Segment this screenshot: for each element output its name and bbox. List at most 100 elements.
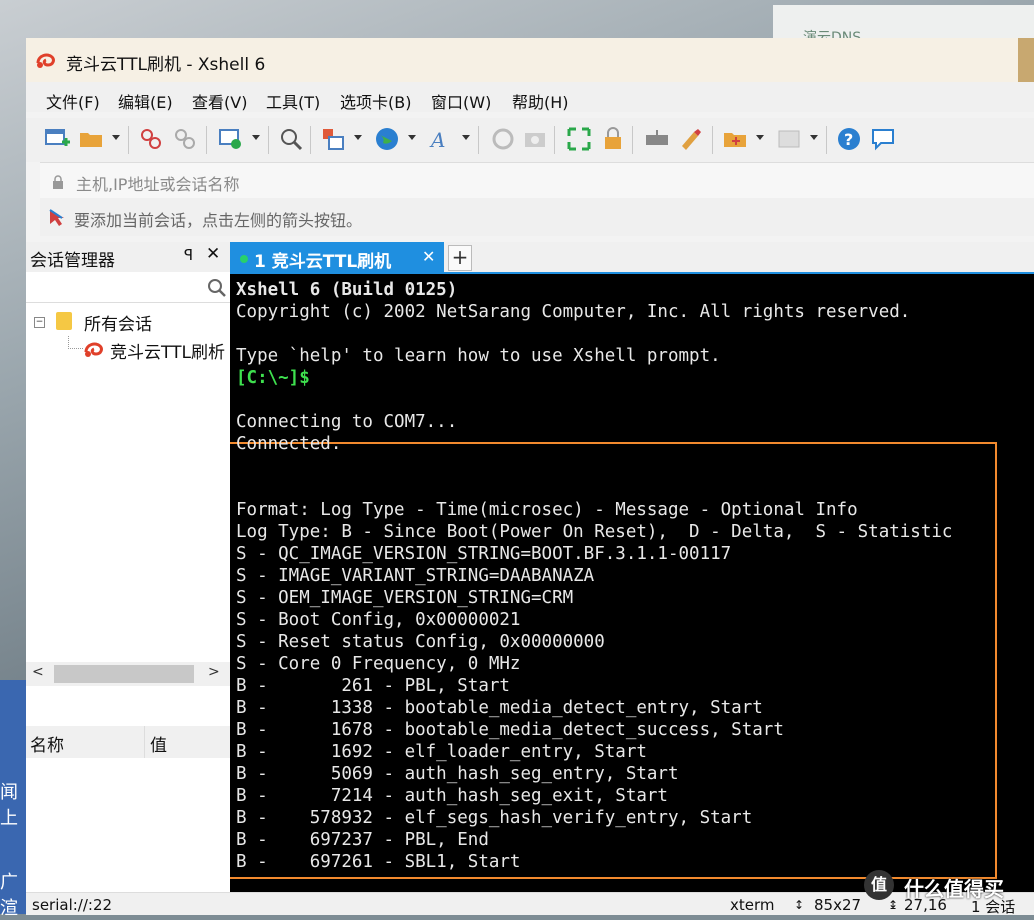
help-icon[interactable]: ? bbox=[836, 126, 862, 152]
menu-tools[interactable]: 工具(T) bbox=[266, 89, 320, 113]
status-size: 85x27 bbox=[814, 896, 862, 914]
hint-text: 要添加当前会话，点击左侧的箭头按钮。 bbox=[74, 211, 363, 230]
scroll-right-icon[interactable]: > bbox=[208, 664, 220, 680]
tab-close-icon[interactable]: ✕ bbox=[422, 247, 435, 266]
background-text-1: 闻上 bbox=[0, 782, 18, 829]
toolbar-separator bbox=[206, 126, 207, 154]
menu-bar: 文件(F) 编辑(E) 查看(V) 工具(T) 选项卡(B) 窗口(W) 帮助(… bbox=[26, 82, 1034, 112]
font-dropdown-icon[interactable] bbox=[462, 135, 470, 140]
globe-icon[interactable] bbox=[374, 126, 400, 152]
globe-dropdown-icon[interactable] bbox=[408, 135, 416, 140]
menu-window[interactable]: 窗口(W) bbox=[431, 89, 491, 113]
font-icon[interactable]: A bbox=[428, 126, 454, 152]
terminal-line: Log Type: B - Since Boot(Power On Reset)… bbox=[236, 522, 953, 542]
horizontal-scrollbar[interactable]: < > bbox=[26, 662, 230, 686]
terminal-line: S - Reset status Config, 0x00000000 bbox=[236, 632, 605, 652]
disconnect-icon[interactable] bbox=[172, 126, 198, 152]
tab-bar: 1 竞斗云TTL刷机 ✕ + bbox=[230, 242, 1034, 274]
tile-icon[interactable] bbox=[776, 126, 802, 152]
lock-icon[interactable] bbox=[600, 126, 626, 152]
toolbar-separator bbox=[478, 126, 479, 154]
collapse-icon[interactable]: − bbox=[34, 317, 45, 328]
toolbar: A ? bbox=[26, 118, 1034, 162]
tile-dropdown-icon[interactable] bbox=[810, 135, 818, 140]
fullscreen-icon[interactable] bbox=[566, 126, 592, 152]
layout-dropdown-icon[interactable] bbox=[354, 135, 362, 140]
background-app-strip: 闻上 广渲 bbox=[0, 680, 26, 919]
keyboard-icon[interactable] bbox=[644, 126, 670, 152]
status-term-type: xterm bbox=[730, 896, 775, 914]
terminal-line: S - Core 0 Frequency, 0 MHz bbox=[236, 654, 521, 674]
open-folder-icon[interactable] bbox=[78, 126, 104, 152]
open-dropdown-icon[interactable] bbox=[112, 135, 120, 140]
session-manager-title: 会话管理器 bbox=[30, 251, 115, 271]
add-session-arrow-icon[interactable] bbox=[48, 208, 66, 226]
menu-edit[interactable]: 编辑(E) bbox=[118, 89, 173, 113]
panel-spacer bbox=[26, 686, 230, 726]
tree-connector bbox=[68, 336, 83, 349]
terminal-line: S - QC_IMAGE_VERSION_STRING=BOOT.BF.3.1.… bbox=[236, 544, 732, 564]
xshell-logo-icon bbox=[36, 53, 55, 68]
menu-tab[interactable]: 选项卡(B) bbox=[340, 89, 411, 113]
terminal-line: S - IMAGE_VARIANT_STRING=DAABANAZA bbox=[236, 566, 595, 586]
folder-icon bbox=[56, 312, 72, 330]
column-divider[interactable] bbox=[144, 726, 145, 758]
column-value[interactable]: 值 bbox=[150, 731, 167, 756]
add-folder-dropdown-icon[interactable] bbox=[756, 135, 764, 140]
session-search-input[interactable] bbox=[26, 274, 230, 303]
tab-session[interactable]: 1 竞斗云TTL刷机 ✕ bbox=[230, 242, 444, 274]
background-text-2: 广渲 bbox=[0, 872, 18, 919]
new-tab-button[interactable]: + bbox=[448, 245, 472, 271]
session-manager-panel: 会话管理器 ꟼ ✕ − 所有会话 竞斗云TTL刷析 < > 名称 值 bbox=[26, 242, 230, 892]
terminal-line: B - 1338 - bootable_media_detect_entry, … bbox=[236, 698, 763, 718]
session-icon bbox=[84, 342, 103, 357]
session-manager-header: 会话管理器 ꟼ ✕ bbox=[26, 242, 230, 272]
terminal-line: Copyright (c) 2002 NetSarang Computer, I… bbox=[236, 302, 911, 322]
window-title: 竞斗云TTL刷机 - Xshell 6 bbox=[66, 55, 266, 75]
properties-list bbox=[26, 758, 230, 892]
watermark: 值 什么值得买 bbox=[864, 870, 1034, 910]
watermark-text: 什么值得买 bbox=[904, 877, 1004, 901]
terminal-line: [C:\~]$ bbox=[236, 368, 310, 388]
xshell-window: 竞斗云TTL刷机 - Xshell 6 文件(F) 编辑(E) 查看(V) 工具… bbox=[26, 38, 1034, 916]
properties-dropdown-icon[interactable] bbox=[252, 135, 260, 140]
toolbar-separator bbox=[712, 126, 713, 154]
scrollbar-thumb[interactable] bbox=[54, 665, 194, 683]
menu-help[interactable]: 帮助(H) bbox=[512, 89, 569, 113]
terminal[interactable]: Xshell 6 (Build 0125) Copyright (c) 2002 … bbox=[230, 274, 1034, 892]
terminal-line: Connected. bbox=[236, 434, 342, 454]
close-panel-icon[interactable]: ✕ bbox=[206, 244, 220, 264]
terminal-line: Xshell 6 (Build 0125) bbox=[236, 280, 458, 300]
screenshot-icon[interactable] bbox=[522, 126, 548, 152]
xftp-icon[interactable] bbox=[490, 126, 516, 152]
new-session-icon[interactable] bbox=[44, 126, 70, 152]
column-name[interactable]: 名称 bbox=[30, 731, 64, 756]
address-bar[interactable]: 主机,IP地址或会话名称 bbox=[40, 162, 1034, 200]
tree-item-label: 所有会话 bbox=[84, 315, 152, 335]
terminal-line: B - 578932 - elf_segs_hash_verify_entry,… bbox=[236, 808, 753, 828]
toolbar-separator bbox=[128, 126, 129, 154]
watermark-logo: 值 bbox=[864, 870, 894, 900]
highlight-icon[interactable] bbox=[678, 126, 704, 152]
find-icon[interactable] bbox=[278, 126, 304, 152]
terminal-line: B - 1692 - elf_loader_entry, Start bbox=[236, 742, 647, 762]
chat-icon[interactable] bbox=[870, 126, 896, 152]
title-bar[interactable]: 竞斗云TTL刷机 - Xshell 6 bbox=[26, 38, 1034, 82]
size-icon: ↕ bbox=[794, 898, 805, 912]
svg-text:?: ? bbox=[844, 130, 853, 149]
menu-view[interactable]: 查看(V) bbox=[192, 89, 247, 113]
properties-icon[interactable] bbox=[218, 126, 244, 152]
scroll-left-icon[interactable]: < bbox=[32, 664, 44, 680]
toolbar-separator bbox=[554, 126, 555, 154]
pin-icon[interactable]: ꟼ bbox=[184, 246, 193, 264]
add-folder-icon[interactable] bbox=[722, 126, 748, 152]
connect-icon[interactable] bbox=[138, 126, 164, 152]
layout-icon[interactable] bbox=[320, 126, 346, 152]
address-placeholder: 主机,IP地址或会话名称 bbox=[76, 175, 240, 194]
terminal-line: B - 1678 - bootable_media_detect_success… bbox=[236, 720, 784, 740]
connected-status-icon bbox=[240, 255, 248, 263]
search-icon[interactable] bbox=[206, 277, 228, 299]
menu-file[interactable]: 文件(F) bbox=[46, 89, 100, 113]
address-lock-icon bbox=[53, 175, 63, 189]
properties-header: 名称 值 bbox=[26, 726, 230, 759]
